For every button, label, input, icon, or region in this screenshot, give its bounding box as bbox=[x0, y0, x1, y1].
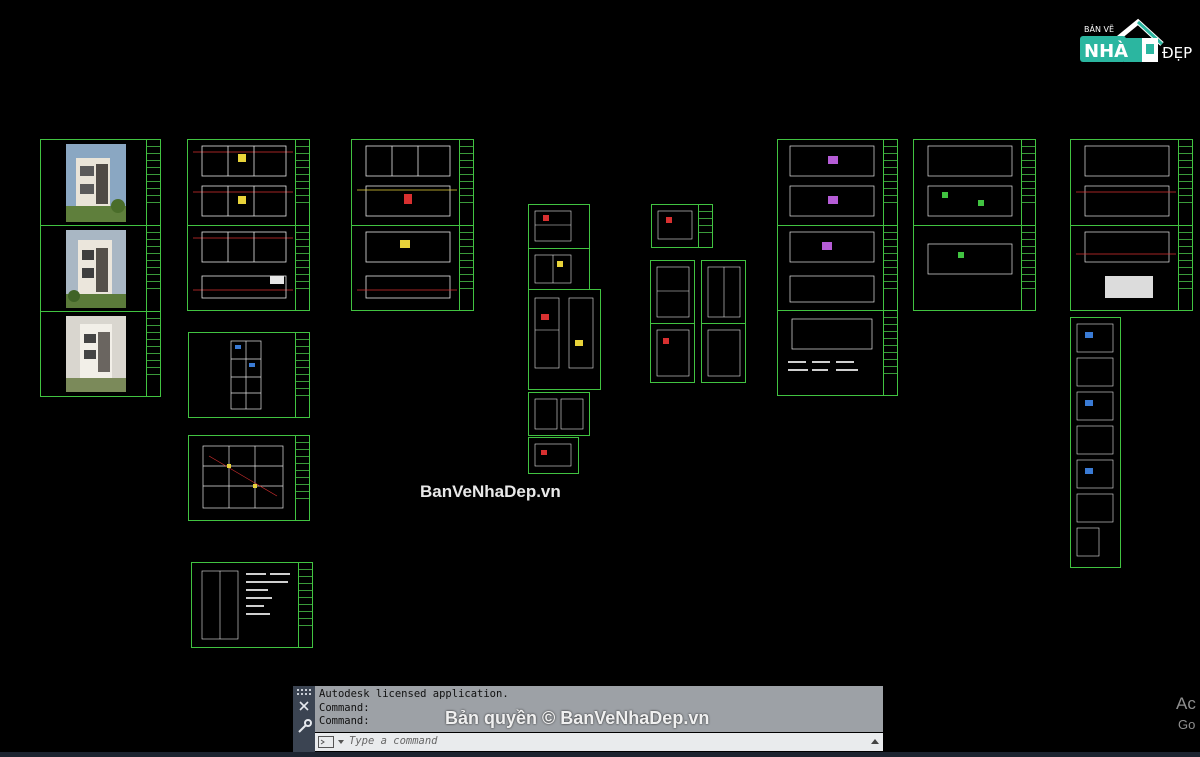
section-drawing bbox=[230, 340, 262, 410]
title-block bbox=[459, 140, 473, 225]
windows-activation-title: Ac bbox=[1176, 694, 1196, 713]
mep-drawing bbox=[656, 329, 690, 377]
structure-drawing bbox=[202, 445, 284, 509]
center-watermark: BanVeNhaDep.vn bbox=[420, 482, 561, 501]
title-block bbox=[146, 312, 160, 396]
mep-drawing bbox=[656, 266, 690, 318]
grip-icon bbox=[297, 689, 311, 695]
title-block bbox=[298, 563, 312, 647]
model-space-canvas[interactable]: BẢN VẼ NHÀ ĐẸP BanVeNhaDep.vn Autodesk l… bbox=[0, 0, 1200, 757]
detail-drawing bbox=[534, 443, 572, 467]
mep-drawing bbox=[707, 329, 741, 377]
title-block bbox=[1178, 226, 1192, 310]
sheet-plumbing-2[interactable] bbox=[913, 225, 1036, 311]
sheet-electrical-3[interactable] bbox=[777, 310, 898, 396]
building-render-image bbox=[66, 144, 126, 222]
sheet-floor-plan-4[interactable] bbox=[351, 225, 474, 311]
sheet-finish-2[interactable] bbox=[1070, 225, 1193, 311]
sheet-floor-plan-3[interactable] bbox=[351, 139, 474, 226]
title-block bbox=[295, 140, 309, 225]
sheet-mep-2[interactable] bbox=[650, 260, 695, 324]
sheet-electrical-2[interactable] bbox=[777, 225, 898, 311]
building-render-image bbox=[66, 230, 126, 308]
notes-drawing bbox=[201, 570, 290, 640]
title-block bbox=[295, 226, 309, 310]
copyright-watermark: Bản quyền © BanVeNhaDep.vn bbox=[445, 708, 710, 728]
sheet-finish-1[interactable] bbox=[1070, 139, 1193, 226]
customize-wrench-icon bbox=[298, 719, 312, 733]
title-block bbox=[146, 226, 160, 311]
sheet-floor-plan-2[interactable] bbox=[187, 225, 310, 311]
mep-drawing bbox=[657, 210, 693, 240]
sheet-detail-3[interactable] bbox=[528, 289, 601, 390]
sheet-detail-2[interactable] bbox=[528, 248, 590, 290]
sheet-mep-3[interactable] bbox=[701, 260, 746, 324]
title-block bbox=[295, 436, 309, 520]
command-line-toolbar bbox=[293, 686, 315, 752]
title-block bbox=[883, 140, 897, 225]
floor-plan-drawing bbox=[357, 145, 457, 217]
sheet-detail-4[interactable] bbox=[528, 392, 590, 436]
sheet-section-1[interactable] bbox=[188, 332, 310, 418]
banvenhadep-logo: BẢN VẼ NHÀ ĐẸP bbox=[1080, 18, 1192, 62]
command-prompt-icon[interactable] bbox=[318, 736, 348, 748]
title-block bbox=[459, 226, 473, 310]
sheet-mep-1[interactable] bbox=[651, 204, 713, 248]
plumbing-drawing bbox=[927, 145, 1013, 217]
logo-top-text: BẢN VẼ bbox=[1084, 23, 1114, 34]
sheet-plumbing-1[interactable] bbox=[913, 139, 1036, 226]
finish-drawing bbox=[1076, 145, 1176, 217]
command-input-placeholder[interactable]: Type a command bbox=[349, 735, 438, 747]
taskbar-edge bbox=[0, 752, 1200, 757]
building-render-image bbox=[66, 316, 126, 392]
electrical-drawing bbox=[789, 145, 875, 217]
sheet-floor-plan-1[interactable] bbox=[187, 139, 310, 226]
title-block bbox=[1021, 140, 1035, 225]
mep-drawing bbox=[707, 266, 741, 318]
title-block bbox=[146, 140, 160, 225]
title-block bbox=[1021, 226, 1035, 310]
detail-drawing bbox=[534, 210, 572, 242]
title-block bbox=[883, 311, 897, 395]
sheet-detail-1[interactable] bbox=[528, 204, 590, 249]
finish-drawing bbox=[1076, 231, 1176, 298]
sheet-render-1[interactable] bbox=[40, 139, 161, 226]
detail-drawing bbox=[534, 297, 594, 369]
close-icon bbox=[299, 701, 309, 711]
sheet-mep-4[interactable] bbox=[650, 323, 695, 383]
windows-activation-subtitle: Go bbox=[1178, 717, 1196, 732]
floor-plan-drawing bbox=[357, 231, 457, 299]
floor-plan-drawing bbox=[193, 231, 293, 299]
sheet-detail-strip[interactable] bbox=[1070, 317, 1121, 568]
expand-history-icon[interactable] bbox=[871, 738, 879, 746]
sheet-structure-1[interactable] bbox=[188, 435, 310, 521]
sheet-mep-5[interactable] bbox=[701, 323, 746, 383]
title-block bbox=[295, 333, 309, 417]
sheet-render-3[interactable] bbox=[40, 311, 161, 397]
sheet-notes-1[interactable] bbox=[191, 562, 313, 648]
logo-left-text: NHÀ bbox=[1084, 40, 1128, 62]
detail-strip-drawing bbox=[1076, 323, 1114, 557]
plumbing-drawing bbox=[927, 243, 1013, 275]
electrical-drawing bbox=[789, 231, 875, 303]
detail-drawing bbox=[534, 254, 572, 284]
sheet-render-2[interactable] bbox=[40, 225, 161, 312]
detail-drawing bbox=[534, 398, 584, 430]
command-input-bar[interactable]: Type a command bbox=[315, 733, 883, 751]
history-line: Autodesk licensed application. bbox=[319, 688, 509, 700]
floor-plan-drawing bbox=[193, 145, 293, 217]
title-block bbox=[1178, 140, 1192, 225]
sheet-detail-5[interactable] bbox=[528, 437, 579, 474]
electrical-drawing bbox=[788, 318, 873, 371]
sheet-electrical-1[interactable] bbox=[777, 139, 898, 226]
title-block bbox=[883, 226, 897, 310]
logo-right-text: ĐẸP bbox=[1162, 44, 1192, 62]
title-block bbox=[698, 205, 712, 247]
